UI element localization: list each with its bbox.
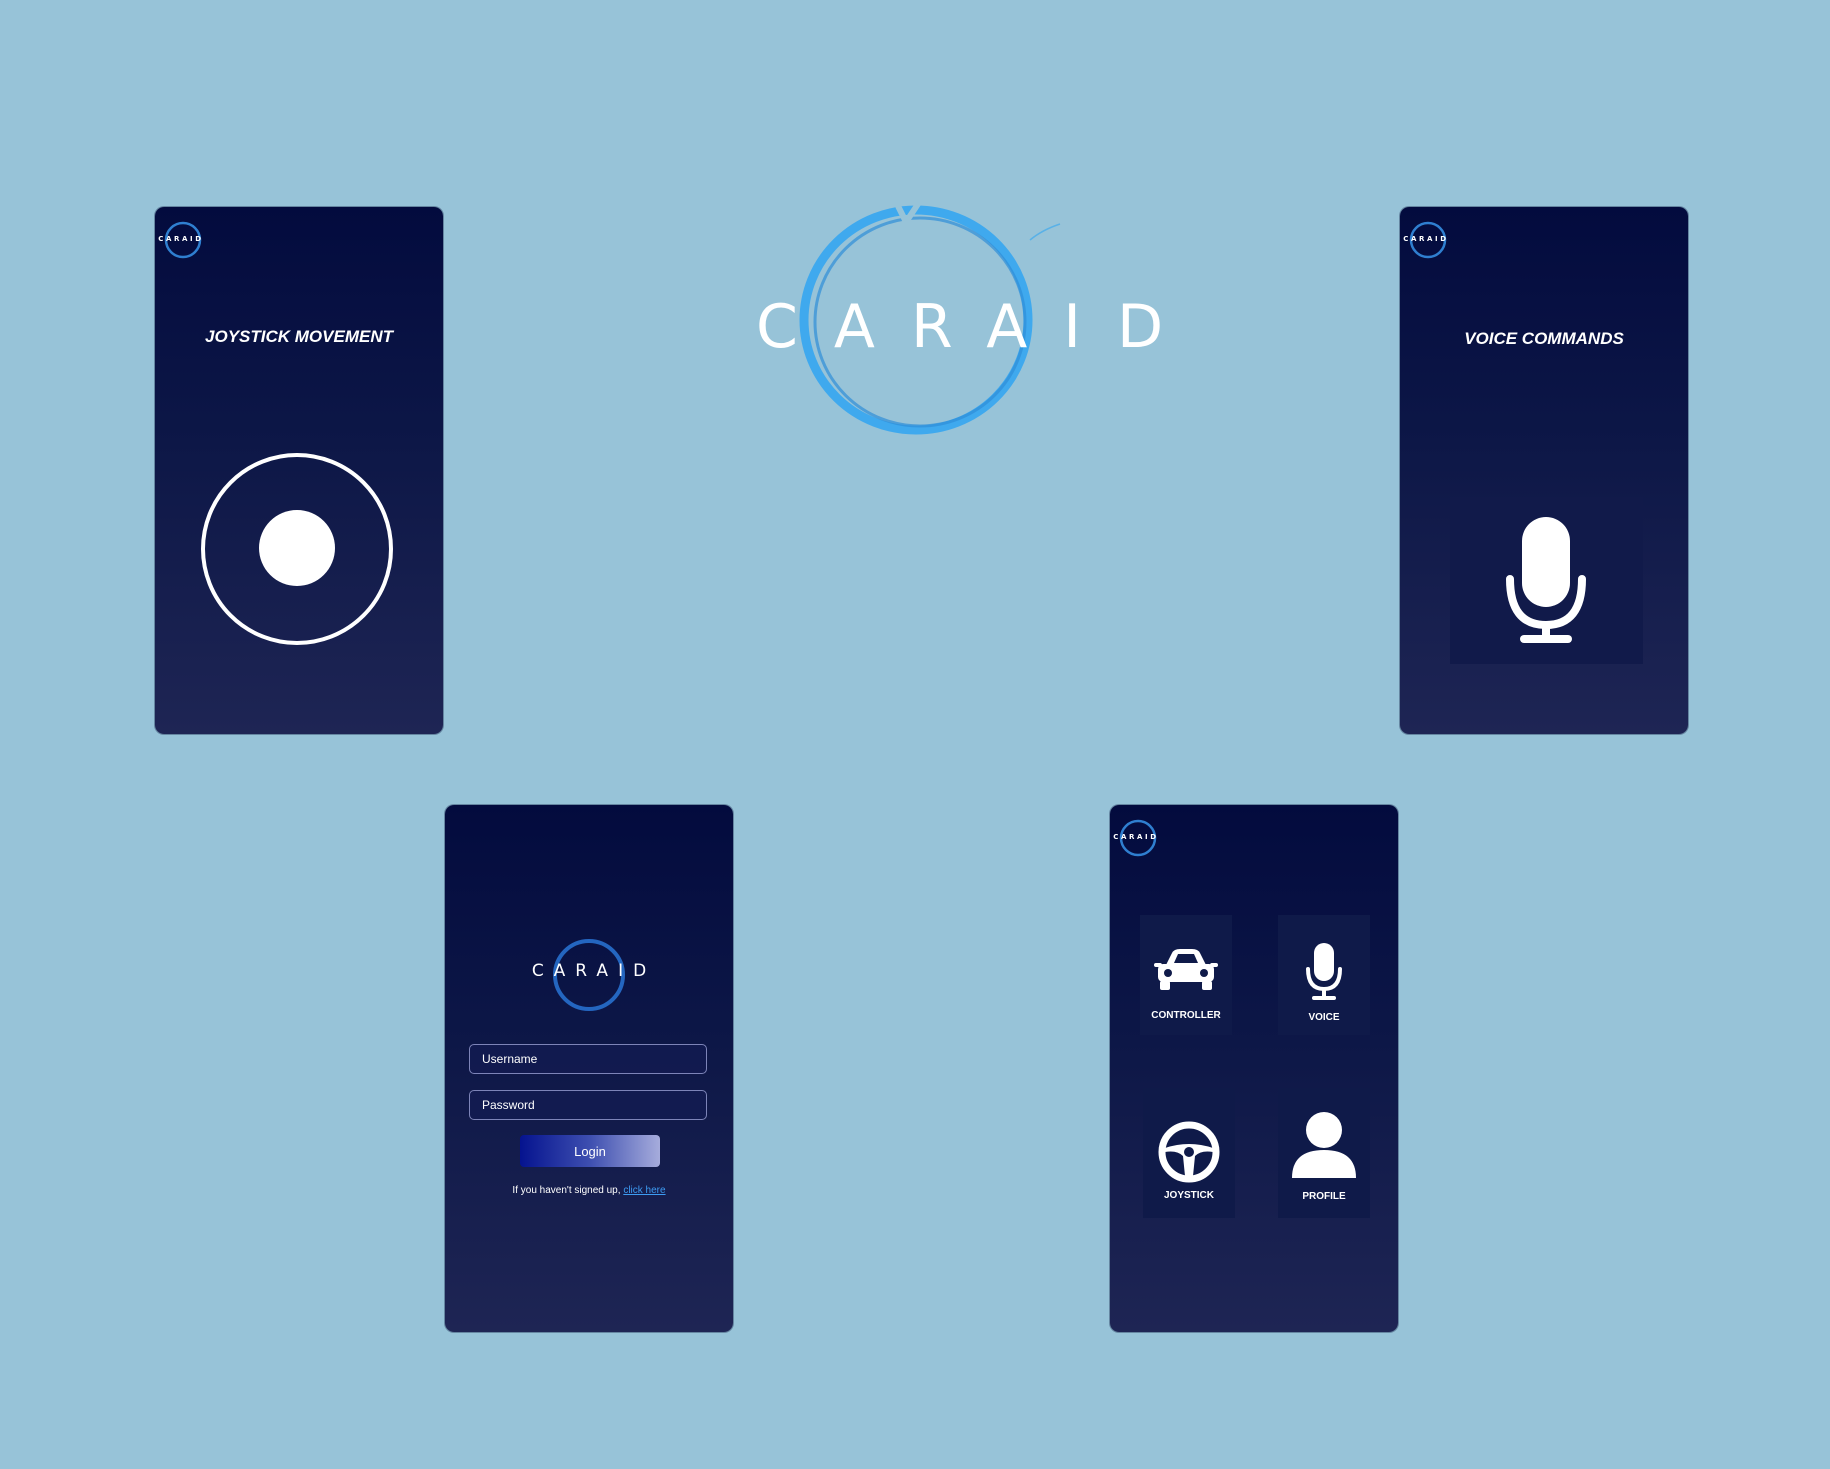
tile-profile[interactable]: PROFILE <box>1278 1088 1370 1218</box>
tile-voice[interactable]: VOICE <box>1278 915 1370 1035</box>
joystick-screen: CARAID JOYSTICK MOVEMENT <box>155 207 443 734</box>
tile-label: VOICE <box>1308 1012 1340 1023</box>
joystick-knob[interactable] <box>259 510 335 586</box>
mini-logo-text: CARAID <box>158 235 204 243</box>
tile-label: CONTROLLER <box>1151 1010 1221 1021</box>
car-icon <box>1154 949 1218 990</box>
tile-controller[interactable]: CONTROLLER <box>1140 915 1232 1035</box>
microphone-icon <box>1306 943 1342 1000</box>
login-logo-text: CARAID <box>531 961 657 981</box>
screen-title: JOYSTICK MOVEMENT <box>205 327 393 346</box>
caraid-main-logo: CARAID <box>720 200 1200 440</box>
mini-logo: CARAID <box>1402 221 1450 261</box>
signup-link[interactable]: click here <box>623 1185 665 1196</box>
login-logo: CARAID <box>521 935 657 1015</box>
person-icon <box>1292 1112 1356 1178</box>
menu-screen: CARAID CONTROLLER VOICE JOYSTICK PROFILE <box>1110 805 1398 1332</box>
screen-title: VOICE COMMANDS <box>1464 329 1624 348</box>
signup-text: If you haven't signed up, <box>512 1185 621 1196</box>
mini-logo-text: CARAID <box>1403 235 1449 243</box>
microphone-icon <box>1506 517 1586 643</box>
login-screen: CARAID Login If you haven't signed up, c… <box>445 805 733 1332</box>
steering-wheel-icon <box>1158 1121 1220 1183</box>
username-input[interactable] <box>469 1044 707 1074</box>
mini-logo: CARAID <box>1112 819 1160 859</box>
signup-prompt: If you haven't signed up, click here <box>445 1185 733 1196</box>
tile-label: JOYSTICK <box>1163 1190 1214 1201</box>
mic-button[interactable] <box>1450 497 1643 664</box>
mini-logo-text: CARAID <box>1113 833 1159 841</box>
login-button[interactable]: Login <box>520 1135 660 1167</box>
password-input[interactable] <box>469 1090 707 1120</box>
voice-screen: CARAID VOICE COMMANDS <box>1400 207 1688 734</box>
tile-joystick[interactable]: JOYSTICK <box>1143 1088 1235 1218</box>
mini-logo: CARAID <box>157 221 205 261</box>
logo-wordmark: CARAID <box>756 292 1200 362</box>
tile-label: PROFILE <box>1302 1191 1346 1202</box>
